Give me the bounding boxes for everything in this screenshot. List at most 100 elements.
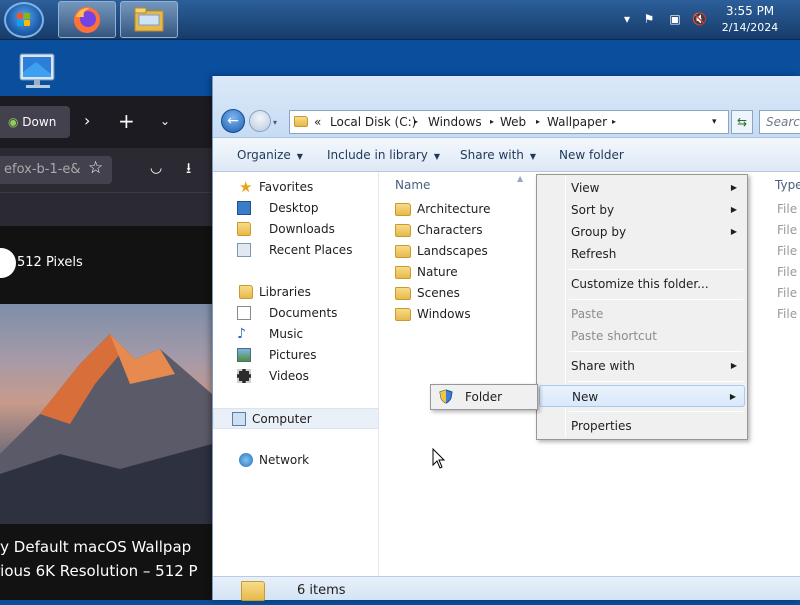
music-note-icon: ♪ <box>237 326 246 342</box>
desktop-computer-icon[interactable] <box>16 52 64 92</box>
column-header-type[interactable]: Type <box>775 178 800 192</box>
firefox-tab-bar: ◉ Down › + ⌄ <box>0 96 212 148</box>
article-hero-image[interactable] <box>0 304 212 524</box>
firefox-tab[interactable]: ◉ Down <box>0 106 70 138</box>
recent-pages-chevron-icon[interactable]: ▾ <box>273 118 277 127</box>
new-folder-button[interactable]: New folder <box>559 138 624 172</box>
back-arrow-icon: ← <box>227 113 239 129</box>
nav-recent-places[interactable]: Recent Places <box>213 240 379 261</box>
folder-icon <box>395 287 411 300</box>
nav-documents[interactable]: Documents <box>213 303 379 324</box>
recent-places-icon <box>237 243 251 257</box>
refresh-icon: ⇆ <box>736 115 748 129</box>
breadcrumb-separator-icon[interactable]: ▸ <box>414 111 418 133</box>
nav-downloads[interactable]: Downloads <box>213 219 379 240</box>
bookmark-star-icon[interactable]: ☆ <box>88 158 103 178</box>
firefox-toolbar: efox-b-1-e& ☆ ◡ ⭳ <box>0 148 212 192</box>
submenu-item-folder[interactable]: Folder <box>433 386 535 408</box>
menu-item-sort-by[interactable]: Sort by ▶ <box>539 199 745 221</box>
firefox-icon <box>74 7 100 33</box>
firefox-window: ◉ Down › + ⌄ efox-b-1-e& ☆ ◡ ⭳ 512 Pixel… <box>0 96 212 600</box>
menu-item-paste[interactable]: Paste <box>539 303 745 325</box>
action-center-flag-icon[interactable]: ⚑ <box>642 12 656 26</box>
share-with-button[interactable]: Share with ▼ <box>460 138 536 172</box>
dropdown-caret-icon: ▼ <box>529 152 537 161</box>
item-count: 6 items <box>297 583 346 598</box>
site-name: 512 Pixels <box>17 255 83 270</box>
documents-icon <box>237 306 251 320</box>
taskbar-firefox-button[interactable] <box>58 1 116 38</box>
menu-item-properties[interactable]: Properties <box>539 415 745 437</box>
share-with-label: Share with <box>460 148 524 162</box>
downloads-icon[interactable]: ⭳ <box>186 158 191 183</box>
folder-library-icon <box>134 7 164 32</box>
libraries-icon <box>239 285 253 299</box>
network-icon[interactable]: ▣ <box>668 12 682 26</box>
menu-item-view[interactable]: View ▶ <box>539 177 745 199</box>
breadcrumb-separator-icon[interactable]: ▸ <box>536 111 540 133</box>
nav-network[interactable]: Network <box>213 450 379 471</box>
nav-libraries[interactable]: Libraries <box>213 282 379 303</box>
nav-computer-label: Computer <box>252 412 312 426</box>
start-button[interactable] <box>4 2 44 38</box>
submenu-arrow-icon: ▶ <box>730 183 737 192</box>
forward-button[interactable] <box>249 110 271 132</box>
mouse-cursor-icon <box>432 448 446 469</box>
file-name: Nature <box>417 265 458 279</box>
nav-favorites[interactable]: ★ Favorites <box>213 177 379 198</box>
nav-pictures-label: Pictures <box>269 348 317 362</box>
file-type: File f <box>777 223 800 237</box>
menu-item-group-by[interactable]: Group by ▶ <box>539 221 745 243</box>
address-dropdown-icon[interactable]: ▾ <box>712 111 717 133</box>
nav-videos[interactable]: Videos <box>213 366 379 387</box>
article-title-line-1[interactable]: ry Default macOS Wallpap <box>0 538 212 556</box>
clock-date[interactable]: 2/14/2024 <box>712 20 788 36</box>
breadcrumb-wallpaper[interactable]: Wallpaper <box>547 111 607 133</box>
tab-scroll-right-icon[interactable]: › <box>84 106 98 136</box>
breadcrumb-separator-icon[interactable]: ▸ <box>490 111 494 133</box>
pocket-icon[interactable]: ◡ <box>150 160 162 176</box>
nav-desktop[interactable]: Desktop <box>213 198 379 219</box>
volume-muted-icon[interactable]: 🔇 <box>692 12 707 26</box>
nav-music[interactable]: ♪ Music <box>213 324 379 345</box>
taskbar-explorer-button[interactable] <box>120 1 178 38</box>
breadcrumb-web[interactable]: Web <box>500 111 526 133</box>
show-hidden-icons-chevron-icon[interactable]: ▾ <box>620 12 634 26</box>
menu-separator <box>569 411 743 412</box>
nav-pictures[interactable]: Pictures <box>213 345 379 366</box>
breadcrumb-separator-icon[interactable]: ▸ <box>612 111 616 133</box>
menu-item-customize-folder[interactable]: Customize this folder... <box>539 273 745 295</box>
menu-item-paste-shortcut[interactable]: Paste shortcut <box>539 325 745 347</box>
refresh-button[interactable]: ⇆ <box>731 110 753 134</box>
file-type: File f <box>777 202 800 216</box>
dropdown-caret-icon: ▼ <box>296 152 303 161</box>
clock-time[interactable]: 3:55 PM <box>712 3 788 19</box>
include-in-library-button[interactable]: Include in library ▼ <box>327 138 440 172</box>
new-tab-icon[interactable]: + <box>118 106 135 136</box>
submenu-arrow-icon: ▶ <box>730 227 737 236</box>
menu-item-label: Share with <box>571 359 635 373</box>
article-title-line-2[interactable]: rious 6K Resolution – 512 P <box>0 562 212 580</box>
list-all-tabs-icon[interactable]: ⌄ <box>160 106 176 136</box>
organize-button[interactable]: Organize ▼ <box>237 138 303 172</box>
back-button[interactable]: ← <box>221 109 245 133</box>
computer-icon <box>232 412 246 426</box>
breadcrumb-overflow[interactable]: « <box>314 111 321 133</box>
menu-item-share-with[interactable]: Share with ▶ <box>539 355 745 377</box>
menu-separator <box>569 381 743 382</box>
web-page: 512 Pixels ry Default macOS Wallpap riou… <box>0 226 212 600</box>
new-submenu: Folder <box>430 384 538 410</box>
file-type: File f <box>777 265 800 279</box>
breadcrumb-local-disk[interactable]: Local Disk (C:) <box>330 111 416 133</box>
column-header-name[interactable]: Name <box>395 178 430 192</box>
organize-label: Organize <box>237 148 291 162</box>
breadcrumb-windows[interactable]: Windows <box>428 111 482 133</box>
menu-item-new[interactable]: New ▶ <box>539 385 745 407</box>
menu-item-refresh[interactable]: Refresh <box>539 243 745 265</box>
nav-computer[interactable]: Computer <box>213 408 379 429</box>
tab-favicon-icon: ◉ <box>8 115 23 129</box>
search-input[interactable]: Search <box>759 110 800 134</box>
site-header[interactable]: 512 Pixels <box>0 248 212 278</box>
address-bar[interactable]: « Local Disk (C:) ▸ Windows ▸ Web ▸ Wall… <box>289 110 729 134</box>
file-name: Characters <box>417 223 483 237</box>
